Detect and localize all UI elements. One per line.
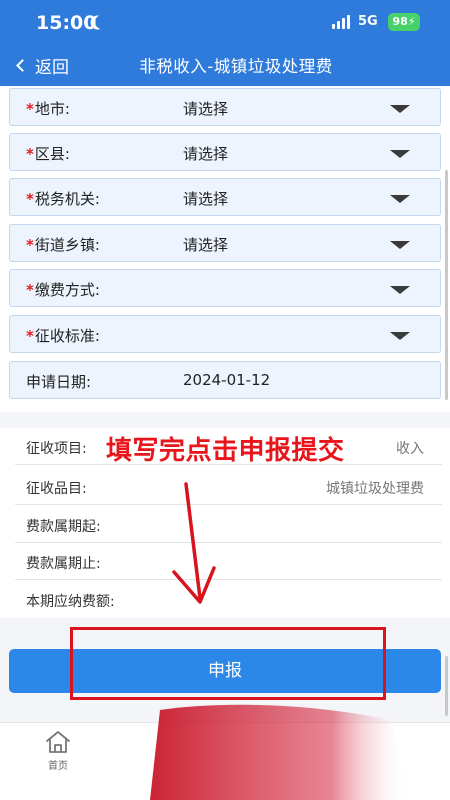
caret-down-icon [390, 241, 410, 249]
field-label: 区县: [34, 145, 70, 163]
required-mark: * [26, 190, 34, 208]
required-mark: * [26, 100, 34, 118]
info-label: 征收项目: [26, 441, 87, 457]
field-label: 申请日期: [26, 373, 92, 391]
page-title: 非税收入-城镇垃圾处理费 [139, 57, 333, 76]
status-time: 15:00 [36, 12, 97, 34]
annotation-arrow [172, 482, 216, 604]
info-label: 费款属期止: [26, 556, 101, 572]
field-value: 请选择 [183, 145, 229, 163]
fee-form: *地市: 请选择 *区县: 请选择 *税务机关: 请选择 *街道乡镇: 请选择 … [0, 86, 450, 412]
network-type: 5G [358, 14, 378, 29]
info-value: 收入 [396, 441, 424, 457]
apply-date-field[interactable]: 申请日期: 2024-01-12 [9, 361, 441, 399]
battery-icon: 98⚡ [388, 13, 420, 31]
tab-home-label: 首页 [48, 761, 68, 772]
scrollbar[interactable] [445, 656, 448, 716]
info-label: 征收品目: [26, 481, 87, 497]
annotation-text: 填写完点击申报提交 [106, 436, 345, 466]
app-header: 15:00 5G 98⚡ 返回 非税收入-城镇垃圾处理费 [0, 0, 450, 86]
status-bar: 15:00 5G 98⚡ [0, 0, 450, 48]
tab-home[interactable]: 首页 [38, 729, 78, 772]
scrollbar[interactable] [445, 170, 448, 400]
signal-icon [332, 15, 352, 29]
required-mark: * [26, 145, 34, 163]
field-label: 税务机关: [34, 190, 100, 208]
field-value: 2024-01-12 [183, 371, 271, 389]
field-value: 请选择 [183, 236, 229, 254]
field-label: 地市: [34, 100, 70, 118]
annotation-brush-stroke [150, 704, 410, 800]
caret-down-icon [390, 195, 410, 203]
required-mark: * [26, 327, 34, 345]
home-icon [46, 731, 70, 753]
field-label: 缴费方式: [34, 281, 100, 299]
collection-standard-select[interactable]: *征收标准: [9, 315, 441, 353]
required-mark: * [26, 281, 34, 299]
caret-down-icon [390, 150, 410, 158]
info-label: 本期应纳费额: [26, 594, 115, 610]
info-label: 费款属期起: [26, 519, 101, 535]
caret-down-icon [390, 105, 410, 113]
caret-down-icon [390, 286, 410, 294]
district-select[interactable]: *区县: 请选择 [9, 133, 441, 171]
field-label: 征收标准: [34, 327, 100, 345]
street-town-select[interactable]: *街道乡镇: 请选择 [9, 224, 441, 262]
required-mark: * [26, 236, 34, 254]
battery-level: 98 [392, 15, 408, 28]
caret-down-icon [390, 332, 410, 340]
field-label: 街道乡镇: [34, 236, 100, 254]
city-select[interactable]: *地市: 请选择 [9, 88, 441, 126]
payment-method-select[interactable]: *缴费方式: [9, 269, 441, 307]
info-value: 城镇垃圾处理费 [326, 481, 424, 497]
field-value: 请选择 [183, 100, 229, 118]
tax-authority-select[interactable]: *税务机关: 请选择 [9, 178, 441, 216]
field-value: 请选择 [183, 190, 229, 208]
